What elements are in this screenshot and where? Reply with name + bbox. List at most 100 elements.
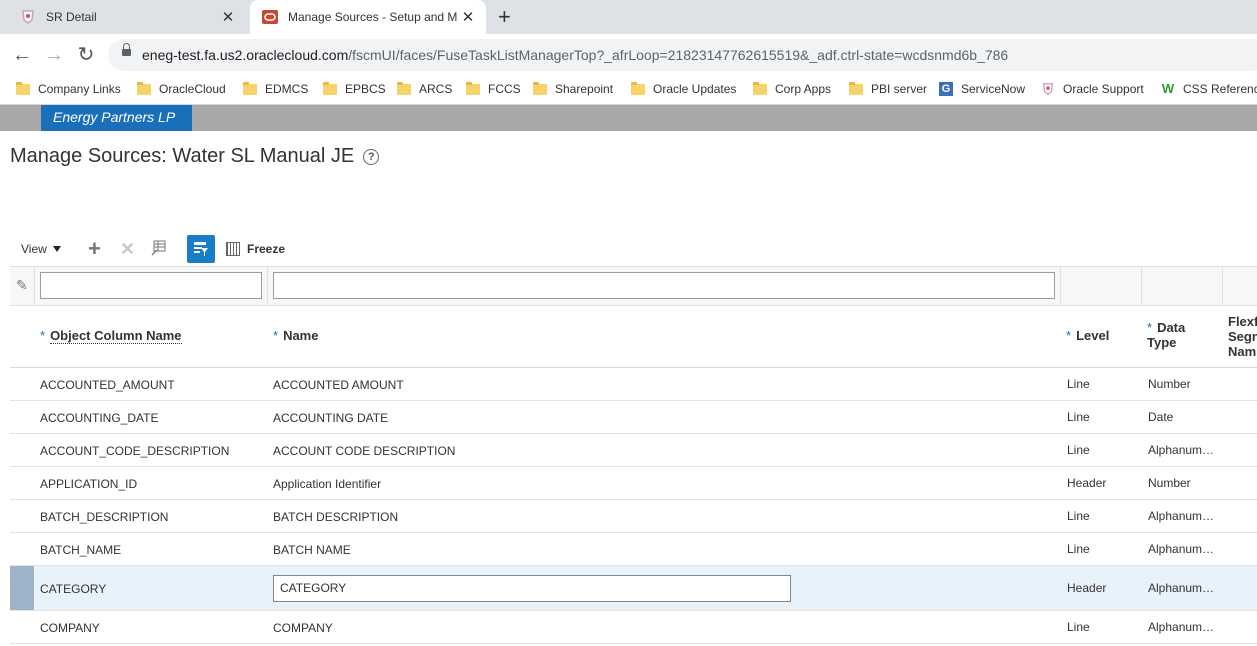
chevron-down-icon <box>52 246 61 252</box>
app-header: Energy Partners LP <box>0 105 1257 131</box>
row-selector[interactable] <box>10 434 34 466</box>
sources-table: ✎ * Object Column Name * Name * Level * Data… <box>10 266 1257 646</box>
table-row[interactable]: ACCOUNTED_AMOUNT ACCOUNTED AMOUNT Line N… <box>10 368 1257 401</box>
view-menu[interactable]: View <box>21 235 61 263</box>
row-selector[interactable] <box>10 467 34 499</box>
column-header-data-type[interactable]: * Data Type <box>1147 320 1185 350</box>
table-row[interactable]: ACCOUNTING_DATE ACCOUNTING DATE Line Dat… <box>10 401 1257 434</box>
row-selector[interactable] <box>10 401 34 433</box>
bookmark-oraclecloud[interactable]: OracleCloud <box>137 81 226 96</box>
browser-tab-strip: SR Detail ✕ Manage Sources - Setup and M… <box>0 0 1257 34</box>
required-marker: * <box>1147 320 1153 335</box>
bookmark-corp-apps[interactable]: Corp Apps <box>753 81 831 96</box>
column-divider <box>1060 267 1061 305</box>
level-cell: Line <box>1067 410 1090 424</box>
w-icon: W <box>1161 81 1175 96</box>
object-column-name-cell: COMPANY <box>40 621 100 635</box>
required-marker: * <box>40 328 46 343</box>
table-row[interactable]: BATCH_NAME BATCH NAME Line Alphanum… <box>10 533 1257 566</box>
level-cell: Header <box>1067 476 1107 490</box>
folder-icon <box>753 81 767 95</box>
table-row[interactable]: COMPANY COMPANY Line Alphanum… <box>10 611 1257 644</box>
bookmark-pbi-server[interactable]: PBI server <box>849 81 927 96</box>
folder-icon <box>849 81 863 95</box>
column-header-flexfield-segment-name[interactable]: Flexf Segn Nam <box>1228 314 1257 359</box>
delete-row-button[interactable]: ✕ <box>120 235 135 263</box>
level-cell: Line <box>1067 620 1090 634</box>
bookmark-sharepoint[interactable]: Sharepoint <box>533 81 613 96</box>
bookmark-fccs[interactable]: FCCS <box>466 81 521 96</box>
reload-icon[interactable]: ↻ <box>74 43 98 67</box>
row-selector[interactable] <box>10 566 34 610</box>
oracle-icon <box>262 9 278 25</box>
filter-object-column-name-input[interactable] <box>40 272 262 299</box>
row-selector[interactable] <box>10 368 34 400</box>
name-cell: BATCH NAME <box>273 543 351 557</box>
oracle-support-icon <box>1041 82 1055 96</box>
level-cell: Header <box>1067 581 1107 595</box>
row-selector[interactable] <box>10 611 34 643</box>
forward-arrow-icon[interactable]: → <box>42 43 66 67</box>
data-type-cell: Alphanum… <box>1148 443 1215 457</box>
column-header-name[interactable]: * Name <box>273 328 318 343</box>
freeze-columns-icon <box>226 242 240 256</box>
data-type-cell: Number <box>1148 377 1191 391</box>
column-divider <box>1141 267 1142 305</box>
table-header-row: * Object Column Name * Name * Level * Data T… <box>10 306 1257 368</box>
bookmark-oracle-updates[interactable]: Oracle Updates <box>631 81 736 96</box>
bookmark-edmcs[interactable]: EDMCS <box>243 81 308 96</box>
object-column-name-cell: ACCOUNT_CODE_DESCRIPTION <box>40 444 230 458</box>
browser-tab-sr-detail[interactable]: SR Detail ✕ <box>8 0 246 34</box>
folder-icon <box>466 81 480 95</box>
address-bar[interactable]: eneg-test.fa.us2.oraclecloud.com/fscmUI/… <box>108 39 1257 71</box>
data-type-cell: Alphanum… <box>1148 542 1215 556</box>
bookmark-oracle-support[interactable]: Oracle Support <box>1041 82 1144 96</box>
name-edit-input[interactable]: CATEGORY <box>273 575 791 602</box>
level-cell: Line <box>1067 509 1090 523</box>
column-divider <box>34 267 35 305</box>
add-row-button[interactable]: + <box>88 235 101 263</box>
folder-icon <box>397 81 411 95</box>
bookmark-css-reference[interactable]: WCSS Reference <box>1161 81 1257 97</box>
row-selector[interactable] <box>10 533 34 565</box>
query-by-example-button[interactable] <box>187 235 215 263</box>
folder-icon <box>323 81 337 95</box>
page-title: Manage Sources: Water SL Manual JE ? <box>10 145 380 168</box>
data-type-cell: Alphanum… <box>1148 509 1215 523</box>
table-row[interactable]: ACCOUNT_CODE_DESCRIPTION ACCOUNT CODE DE… <box>10 434 1257 467</box>
filter-name-input[interactable] <box>273 272 1055 299</box>
object-column-name-cell: BATCH_DESCRIPTION <box>40 510 169 524</box>
level-cell: Line <box>1067 542 1090 556</box>
new-tab-icon[interactable]: + <box>498 5 511 29</box>
bookmark-epbcs[interactable]: EPBCS <box>323 81 386 96</box>
close-tab-icon[interactable]: ✕ <box>458 8 478 26</box>
folder-icon <box>631 81 645 95</box>
browser-navigation-bar: ← → ↻ eneg-test.fa.us2.oraclecloud.com/f… <box>0 34 1257 76</box>
required-marker: * <box>1066 328 1072 343</box>
column-header-level[interactable]: * Level <box>1066 328 1109 343</box>
row-selector[interactable] <box>10 500 34 532</box>
table-row[interactable]: BATCH_DESCRIPTION BATCH DESCRIPTION Line… <box>10 500 1257 533</box>
help-icon[interactable]: ? <box>363 148 380 165</box>
servicenow-icon: G <box>939 82 953 96</box>
browser-tab-manage-sources[interactable]: Manage Sources - Setup and Ma ✕ <box>250 0 486 34</box>
bookmark-company-links[interactable]: Company Links <box>16 81 121 96</box>
freeze-label: Freeze <box>247 242 286 256</box>
back-arrow-icon[interactable]: ← <box>10 43 34 67</box>
freeze-button[interactable]: Freeze <box>226 235 285 263</box>
table-row-selected[interactable]: CATEGORY CATEGORY Header Alphanum… <box>10 566 1257 611</box>
close-tab-icon[interactable]: ✕ <box>218 8 238 26</box>
filter-table-icon <box>187 235 215 263</box>
tab-title: SR Detail <box>46 10 97 24</box>
name-cell: BATCH DESCRIPTION <box>273 510 399 524</box>
name-cell: ACCOUNTING DATE <box>273 411 389 425</box>
table-row[interactable]: APPLICATION_ID Application Identifier He… <box>10 467 1257 500</box>
plus-icon: + <box>88 236 101 261</box>
column-header-object-column-name[interactable]: * Object Column Name <box>40 328 182 344</box>
column-divider <box>1222 267 1223 305</box>
bookmark-arcs[interactable]: ARCS <box>397 81 452 96</box>
bookmark-servicenow[interactable]: G ServiceNow <box>939 82 1025 96</box>
detach-button[interactable] <box>151 235 167 263</box>
brand-logo[interactable]: Energy Partners LP <box>41 105 192 131</box>
oracle-support-icon <box>20 9 36 25</box>
